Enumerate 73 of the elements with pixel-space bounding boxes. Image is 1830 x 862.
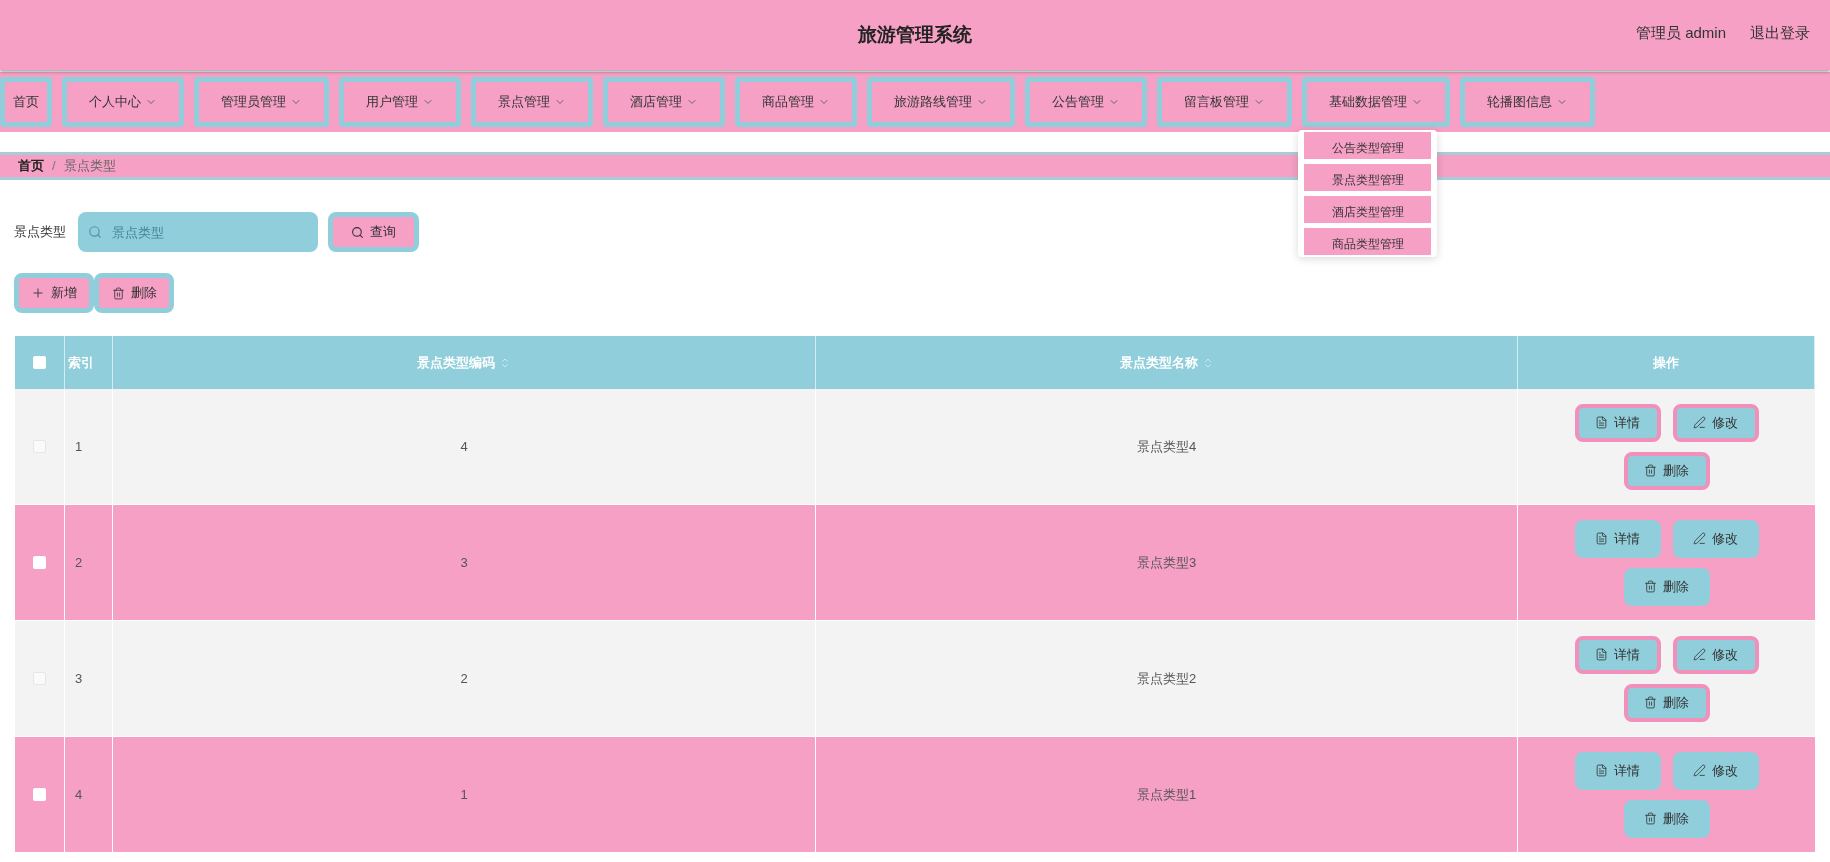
detail-button[interactable]: 详情	[1574, 519, 1661, 558]
table-cell-text: 4	[75, 785, 83, 804]
document-icon	[1595, 416, 1608, 429]
nav-menu-item[interactable]: 酒店管理	[603, 77, 725, 127]
document-icon	[1595, 764, 1608, 777]
edit-button[interactable]: 修改	[1672, 519, 1759, 558]
sort-icon[interactable]	[499, 356, 511, 369]
table-cell-text: 景点类型4	[1136, 437, 1197, 456]
delete-button[interactable]: 删除	[94, 273, 174, 313]
table-cell-text: 1	[460, 785, 468, 804]
nav-menu-item[interactable]: 轮播图信息	[1460, 77, 1595, 127]
nav-menu-item[interactable]: 基础数据管理	[1302, 77, 1450, 127]
user-label: 管理员 admin	[1635, 23, 1726, 43]
nav-menu-item[interactable]: 旅游路线管理	[867, 77, 1015, 127]
select-all-checkbox[interactable]	[33, 356, 46, 369]
trash-icon	[1644, 696, 1657, 709]
delete-button[interactable]: 删除	[1623, 567, 1710, 606]
nav-menu-item[interactable]: 公告管理	[1025, 77, 1147, 127]
table-cell-text: 3	[460, 553, 468, 572]
dropdown-item[interactable]: 公告类型管理	[1304, 132, 1431, 159]
search-icon	[88, 225, 102, 239]
row-checkbox[interactable]	[33, 788, 46, 801]
dropdown-item[interactable]: 商品类型管理	[1304, 228, 1431, 255]
delete-button[interactable]: 删除	[1623, 799, 1710, 838]
nav-menu-item[interactable]: 留言板管理	[1157, 77, 1292, 127]
search-field[interactable]: 景点类型	[78, 212, 318, 252]
column-title: 索引	[68, 353, 94, 372]
trash-icon	[111, 286, 125, 300]
query-button[interactable]: 查询	[328, 212, 419, 252]
edit-button[interactable]: 修改	[1672, 751, 1759, 790]
dropdown-item[interactable]: 景点类型管理	[1304, 164, 1431, 191]
table-cell-text: 1	[75, 437, 83, 456]
pen-icon	[1693, 416, 1706, 429]
breadcrumb-separator: /	[52, 157, 56, 176]
add-button[interactable]: 新增	[14, 273, 94, 313]
nav-menu-item[interactable]: 景点管理	[471, 77, 593, 127]
trash-icon	[1644, 464, 1657, 477]
dropdown-item[interactable]: 酒店类型管理	[1304, 196, 1431, 223]
logout-link[interactable]: 退出登录	[1750, 22, 1810, 45]
detail-button[interactable]: 详情	[1574, 635, 1661, 674]
table-cell-text: 2	[75, 553, 83, 572]
nav-menu-item[interactable]: 个人中心	[62, 77, 184, 127]
app-title: 旅游管理系统	[858, 22, 972, 47]
trash-icon	[1644, 812, 1657, 825]
table-cell-text: 3	[75, 669, 83, 688]
edit-button[interactable]: 修改	[1672, 403, 1759, 442]
table-cell-text: 景点类型3	[1136, 553, 1197, 572]
delete-button[interactable]: 删除	[1623, 683, 1710, 722]
nav-menu-item[interactable]: 管理员管理	[194, 77, 329, 127]
search-icon	[351, 225, 364, 239]
pen-icon	[1693, 764, 1706, 777]
document-icon	[1595, 648, 1608, 661]
pen-icon	[1693, 648, 1706, 661]
row-checkbox[interactable]	[33, 556, 46, 569]
detail-button[interactable]: 详情	[1574, 751, 1661, 790]
breadcrumb-item[interactable]: 首页	[18, 156, 44, 176]
nav-menu-item[interactable]: 用户管理	[339, 77, 461, 127]
trash-icon	[1644, 580, 1657, 593]
plus-icon	[31, 286, 45, 300]
column-title: 操作	[1653, 353, 1679, 372]
table-cell-text: 景点类型1	[1136, 785, 1197, 804]
table-cell-text: 4	[460, 437, 468, 456]
edit-button[interactable]: 修改	[1672, 635, 1759, 674]
table-cell-text: 景点类型2	[1136, 669, 1197, 688]
breadcrumb-item: 景点类型	[63, 157, 116, 176]
document-icon	[1595, 532, 1608, 545]
search-label: 景点类型	[14, 223, 66, 242]
pen-icon	[1693, 532, 1706, 545]
nav-menu-item[interactable]: 首页	[0, 77, 52, 127]
detail-button[interactable]: 详情	[1574, 403, 1661, 442]
table-cell-text: 2	[460, 669, 468, 688]
delete-button[interactable]: 删除	[1623, 451, 1710, 490]
nav-menu-item[interactable]: 商品管理	[735, 77, 857, 127]
